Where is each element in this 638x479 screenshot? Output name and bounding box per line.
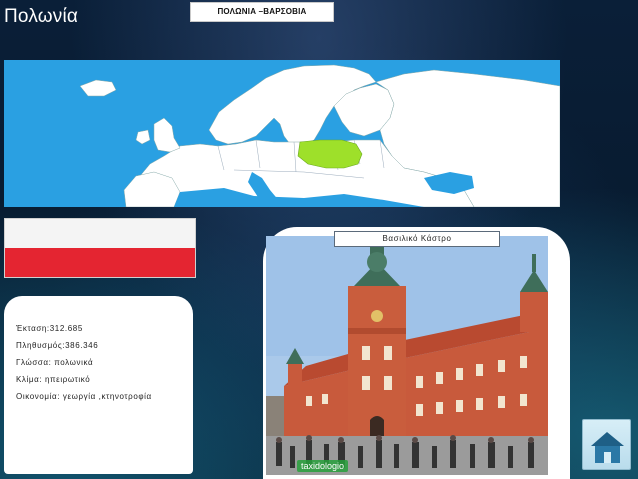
flag-white-stripe bbox=[5, 219, 195, 248]
home-button[interactable] bbox=[582, 419, 631, 470]
royal-castle-graphic bbox=[266, 236, 548, 475]
royal-castle-photo bbox=[266, 236, 548, 475]
iceland-land bbox=[79, 79, 117, 97]
fact-population: Πληθυσμός:386.346 bbox=[16, 341, 99, 350]
photo-watermark: taxidologio bbox=[297, 460, 349, 472]
europe-map-graphic bbox=[79, 64, 560, 207]
slide-title: Πολωνία bbox=[4, 6, 79, 27]
home-icon bbox=[591, 432, 624, 463]
fact-area: Έκταση:312.685 bbox=[16, 324, 83, 333]
fact-language: Γλώσσα: πολωνικά bbox=[16, 358, 94, 367]
fact-economy: Οικονομία: γεωργία ,κτηνοτροφία bbox=[16, 392, 152, 401]
fact-climate: Κλίμα: ηπειρωτικό bbox=[16, 375, 91, 384]
facts-panel: Έκταση:312.685 Πληθυσμός:386.346 Γλώσσα:… bbox=[4, 296, 193, 474]
poland-flag bbox=[4, 218, 196, 278]
ireland-land bbox=[135, 129, 151, 145]
poland-highlight bbox=[297, 139, 363, 169]
britain-land bbox=[153, 117, 181, 153]
photo-caption: Βασιλικό Κάστρο bbox=[334, 231, 500, 247]
title-banner: ΠΟΛΩΝΙΑ –ΒΑΡΣΟΒΙΑ bbox=[190, 2, 334, 22]
europe-map bbox=[4, 60, 560, 207]
flag-red-stripe bbox=[5, 248, 195, 277]
